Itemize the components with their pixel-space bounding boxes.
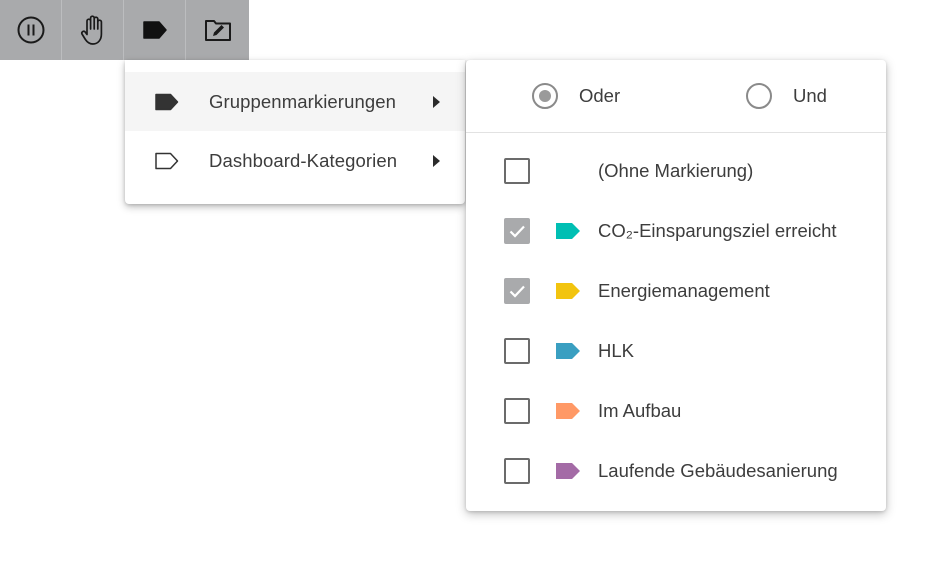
checkbox[interactable] [504,458,530,484]
chevron-right-icon [433,154,440,167]
tag-option-label: Laufende Gebäudesanierung [598,460,838,481]
tag-option-energiemanagement[interactable]: Energiemanagement [466,261,886,321]
radio-oder[interactable]: Oder [532,83,620,109]
tag-option-laufende-gebaeudesanierung[interactable]: Laufende Gebäudesanierung [466,441,886,501]
radio-und[interactable]: Und [746,83,827,109]
radio-label: Und [793,85,827,106]
checkbox[interactable] [504,398,530,424]
context-menu: Gruppenmarkierungen Dashboard-Kategorien [125,60,465,204]
menu-item-dashboard-kategorien[interactable]: Dashboard-Kategorien [125,131,465,190]
tag-option-label: Im Aufbau [598,400,682,421]
menu-item-gruppenmarkierungen[interactable]: Gruppenmarkierungen [125,72,465,131]
folder-edit-button[interactable] [186,0,249,60]
pause-circle-icon [17,16,44,44]
pause-button[interactable] [0,0,62,60]
hand-icon [80,15,102,45]
label-button[interactable] [124,0,186,60]
tag-option-im-aufbau[interactable]: Im Aufbau [466,381,886,441]
radio-unselected-icon [746,83,772,109]
tag-color-icon [556,403,580,419]
checkbox[interactable] [504,278,530,304]
checkbox[interactable] [504,218,530,244]
check-icon [509,225,525,238]
radio-label: Oder [579,85,621,106]
tag-color-icon [556,283,580,299]
tag-option-label: HLK [598,340,634,361]
menu-item-label: Dashboard-Kategorien [209,149,398,171]
label-icon [142,21,167,39]
folder-edit-icon [204,20,231,41]
pan-button[interactable] [62,0,124,60]
tag-color-icon [556,343,580,359]
checkbox[interactable] [504,338,530,364]
tag-option-ohne-markierung[interactable]: (Ohne Markierung) [466,141,886,201]
tag-option-label: Energiemanagement [598,280,770,301]
tag-option-co2[interactable]: CO₂-Einsparungsziel erreicht [466,201,886,261]
tag-option-label: (Ohne Markierung) [598,160,754,181]
group-tags-submenu: Oder Und (Ohne Markierung) CO₂-Einsparun… [466,60,886,511]
radio-selected-icon [532,83,558,109]
check-icon [509,285,525,298]
toolbar [0,0,249,60]
tag-color-icon [556,223,580,239]
filter-mode-radio-group: Oder Und [466,60,886,133]
tag-option-hlk[interactable]: HLK [466,321,886,381]
label-outline-icon [155,152,179,169]
menu-item-label: Gruppenmarkierungen [209,90,397,112]
chevron-right-icon [433,95,440,108]
tag-option-label: CO₂-Einsparungsziel erreicht [598,220,837,241]
tag-color-icon [556,463,580,479]
tag-option-list: (Ohne Markierung) CO₂-Einsparungsziel er… [466,133,886,501]
label-filled-icon [155,93,179,110]
checkbox[interactable] [504,158,530,184]
